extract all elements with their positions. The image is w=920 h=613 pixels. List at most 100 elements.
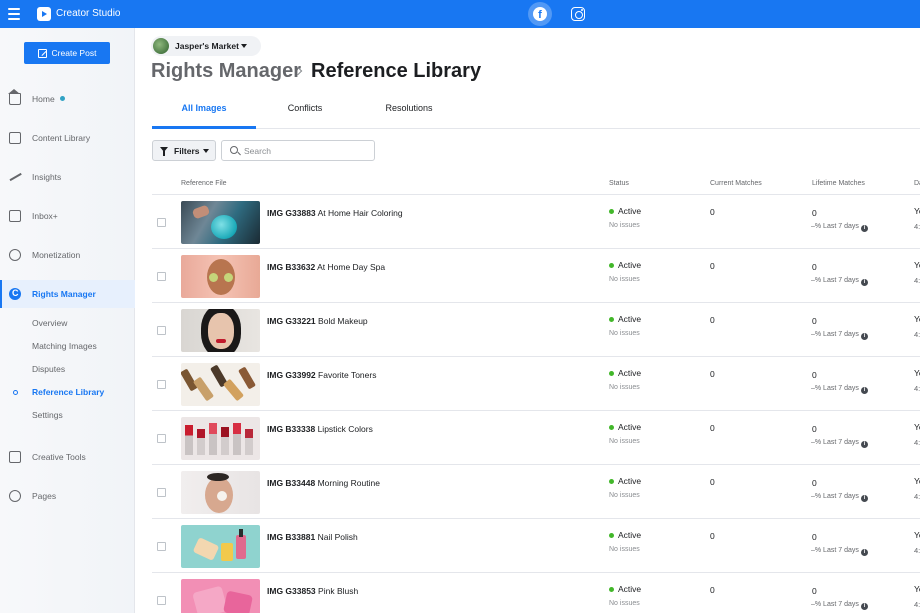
trend-text: –% Last 7 days bbox=[811, 223, 859, 230]
row-checkbox[interactable] bbox=[157, 380, 166, 389]
reference-thumbnail[interactable] bbox=[181, 201, 260, 244]
lifetime-matches-value: 0 bbox=[812, 208, 817, 218]
filters-label: Filters bbox=[174, 146, 200, 156]
info-icon[interactable]: i bbox=[860, 602, 868, 610]
lifetime-matches-value: 0 bbox=[812, 316, 817, 326]
column-header-date[interactable]: Da bbox=[914, 180, 920, 187]
tab-all-images[interactable]: All Images bbox=[152, 103, 256, 113]
sidebar-item-creative-tools[interactable]: Creative Tools bbox=[0, 443, 135, 471]
row-checkbox[interactable] bbox=[157, 272, 166, 281]
file-id: IMG G33853 bbox=[267, 586, 316, 596]
facebook-tab[interactable]: f bbox=[528, 2, 552, 26]
status-text: Active bbox=[618, 206, 642, 216]
date-line-1: Ye bbox=[914, 260, 920, 270]
filters-button[interactable]: Filters bbox=[152, 140, 216, 161]
lifetime-trend: –% Last 7 days i bbox=[811, 331, 868, 340]
reference-file-name: IMG B33338 Lipstick Colors bbox=[267, 424, 373, 434]
lifetime-matches-value: 0 bbox=[812, 424, 817, 434]
info-icon[interactable]: i bbox=[860, 440, 868, 448]
subnav-settings[interactable]: Settings bbox=[32, 410, 63, 420]
table-row[interactable]: IMG G33853 Pink Blush Active No issues 0… bbox=[152, 573, 920, 613]
reference-thumbnail[interactable] bbox=[181, 579, 260, 613]
table-row[interactable]: IMG B33881 Nail Polish Active No issues … bbox=[152, 519, 920, 573]
table-row[interactable]: IMG B33338 Lipstick Colors Active No iss… bbox=[152, 411, 920, 465]
info-icon[interactable]: i bbox=[860, 278, 868, 286]
file-id: IMG B33448 bbox=[267, 478, 316, 488]
active-bullet-icon bbox=[13, 390, 18, 395]
info-icon[interactable]: i bbox=[860, 332, 868, 340]
row-checkbox[interactable] bbox=[157, 542, 166, 551]
menu-icon[interactable] bbox=[8, 8, 20, 20]
date-line-2: 4: bbox=[914, 546, 920, 555]
search-input[interactable] bbox=[244, 144, 372, 158]
reference-thumbnail[interactable] bbox=[181, 471, 260, 514]
file-id: IMG B33632 bbox=[267, 262, 316, 272]
reference-thumbnail[interactable] bbox=[181, 309, 260, 352]
subnav-reference-library[interactable]: Reference Library bbox=[32, 387, 104, 397]
status-active-dot bbox=[609, 371, 614, 376]
row-checkbox[interactable] bbox=[157, 488, 166, 497]
info-icon[interactable]: i bbox=[860, 224, 868, 232]
row-checkbox[interactable] bbox=[157, 326, 166, 335]
column-header-status[interactable]: Status bbox=[609, 180, 629, 187]
date-value: Ye 4: bbox=[914, 476, 920, 501]
column-header-lifetime-matches[interactable]: Lifetime Matches bbox=[812, 180, 865, 187]
row-checkbox[interactable] bbox=[157, 434, 166, 443]
home-icon bbox=[8, 89, 21, 105]
table-row[interactable]: IMG G33883 At Home Hair Coloring Active … bbox=[152, 195, 920, 249]
table-row[interactable]: IMG B33448 Morning Routine Active No iss… bbox=[152, 465, 920, 519]
reference-thumbnail[interactable] bbox=[181, 363, 260, 406]
status-text: Active bbox=[618, 476, 642, 486]
sidebar-item-insights[interactable]: Insights bbox=[0, 163, 135, 191]
date-line-1: Ye bbox=[914, 530, 920, 540]
table-row[interactable]: IMG G33221 Bold Makeup Active No issues … bbox=[152, 303, 920, 357]
tab-resolutions[interactable]: Resolutions bbox=[370, 103, 448, 113]
create-post-button[interactable]: Create Post bbox=[24, 42, 110, 64]
sidebar-item-pages[interactable]: Pages bbox=[0, 482, 135, 510]
subnav-disputes[interactable]: Disputes bbox=[32, 364, 65, 374]
current-matches-value: 0 bbox=[710, 531, 715, 541]
row-checkbox[interactable] bbox=[157, 218, 166, 227]
breadcrumb-rights-manager[interactable]: Rights Manager bbox=[151, 60, 301, 83]
table-row[interactable]: IMG G33992 Favorite Toners Active No iss… bbox=[152, 357, 920, 411]
info-icon[interactable]: i bbox=[860, 386, 868, 394]
reference-thumbnail[interactable] bbox=[181, 255, 260, 298]
row-checkbox[interactable] bbox=[157, 596, 166, 605]
column-header-reference-file[interactable]: Reference File bbox=[181, 180, 227, 187]
column-header-current-matches[interactable]: Current Matches bbox=[710, 180, 762, 187]
current-matches-value: 0 bbox=[710, 315, 715, 325]
inbox-icon bbox=[9, 210, 21, 222]
file-title: Pink Blush bbox=[318, 586, 359, 596]
table-row[interactable]: IMG B33632 At Home Day Spa Active No iss… bbox=[152, 249, 920, 303]
status-detail: No issues bbox=[609, 384, 640, 391]
lifetime-trend: –% Last 7 days i bbox=[811, 601, 868, 610]
sidebar-item-inbox[interactable]: Inbox+ bbox=[0, 202, 135, 230]
top-bar: Creator Studio f bbox=[0, 0, 920, 28]
subnav-overview[interactable]: Overview bbox=[32, 318, 67, 328]
pages-icon bbox=[9, 490, 21, 502]
sidebar-item-rights-manager[interactable]: Rights Manager bbox=[0, 280, 135, 308]
date-value: Ye 4: bbox=[914, 530, 920, 555]
reference-thumbnail[interactable] bbox=[181, 417, 260, 460]
creator-studio-logo-icon bbox=[37, 7, 51, 21]
date-value: Ye 4: bbox=[914, 260, 920, 285]
info-icon[interactable]: i bbox=[860, 494, 868, 502]
info-icon[interactable]: i bbox=[860, 548, 868, 556]
instagram-icon[interactable] bbox=[571, 7, 585, 21]
reference-file-name: IMG G33853 Pink Blush bbox=[267, 586, 358, 596]
sidebar-item-home[interactable]: Home bbox=[0, 85, 135, 113]
date-value: Ye 4: bbox=[914, 206, 920, 231]
page-selector[interactable]: Jasper's Market bbox=[151, 36, 261, 56]
sidebar-item-content-library[interactable]: Content Library bbox=[0, 124, 135, 152]
subnav-matching-images[interactable]: Matching Images bbox=[32, 341, 97, 351]
current-matches-value: 0 bbox=[710, 207, 715, 217]
status-text: Active bbox=[618, 368, 642, 378]
tab-conflicts[interactable]: Conflicts bbox=[270, 103, 340, 113]
notification-dot bbox=[60, 96, 65, 101]
sidebar-item-label: Pages bbox=[32, 491, 57, 501]
search-box[interactable] bbox=[221, 140, 375, 161]
reference-thumbnail[interactable] bbox=[181, 525, 260, 568]
date-line-2: 4: bbox=[914, 276, 920, 285]
lifetime-matches-value: 0 bbox=[812, 532, 817, 542]
sidebar-item-monetization[interactable]: Monetization bbox=[0, 241, 135, 269]
